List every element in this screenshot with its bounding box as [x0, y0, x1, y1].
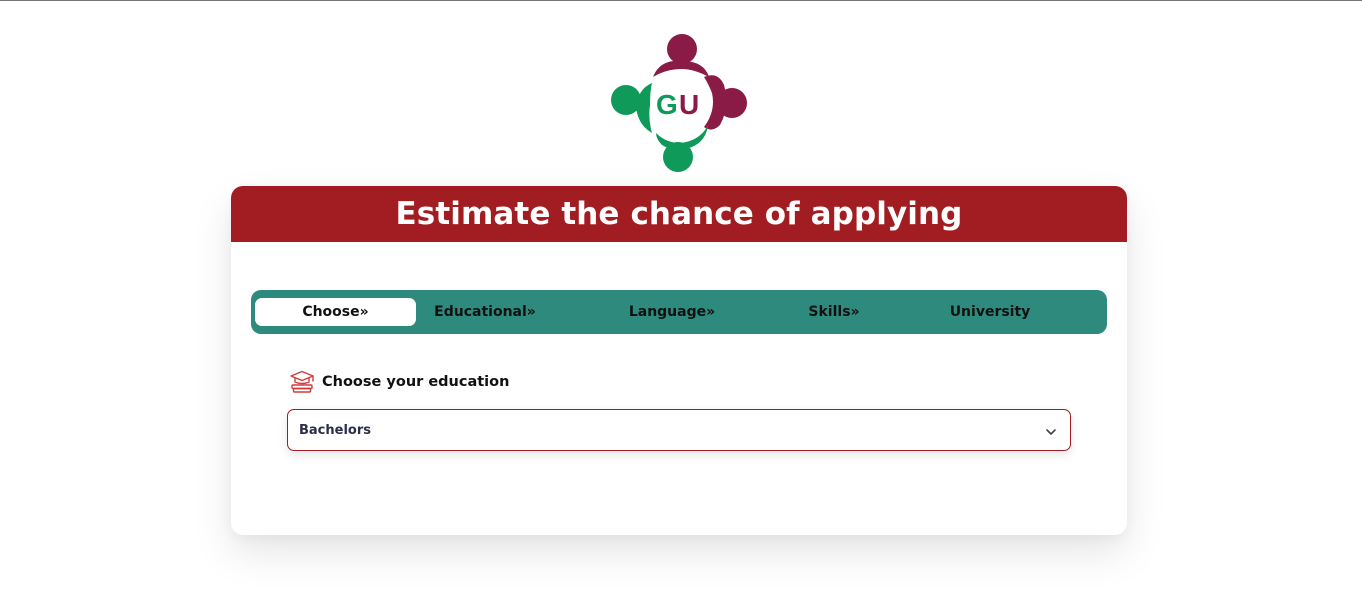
step-navigation: Choose» Educational» Language» Skills» U… — [251, 290, 1107, 334]
step-educational[interactable]: Educational» — [421, 298, 549, 326]
logo-letter-u: U — [679, 89, 699, 120]
step-choose[interactable]: Choose» — [255, 298, 416, 326]
page-title: Estimate the chance of applying — [395, 196, 963, 232]
top-border — [0, 0, 1362, 1]
step-university[interactable]: University — [941, 298, 1039, 326]
logo-letter-g: G — [656, 89, 678, 120]
education-select[interactable]: Bachelors — [287, 409, 1071, 451]
card-header: Estimate the chance of applying — [231, 186, 1127, 242]
graduation-cap-icon — [289, 370, 315, 394]
step-skills[interactable]: Skills» — [801, 298, 867, 326]
estimate-card: Estimate the chance of applying Choose» … — [231, 186, 1127, 535]
education-label: Choose your education — [322, 374, 510, 390]
chevron-down-icon — [1044, 424, 1058, 438]
gu-logo: G U — [608, 33, 750, 175]
step-language[interactable]: Language» — [617, 298, 727, 326]
education-select-value: Bachelors — [299, 422, 371, 438]
education-label-row: Choose your education — [289, 370, 509, 394]
